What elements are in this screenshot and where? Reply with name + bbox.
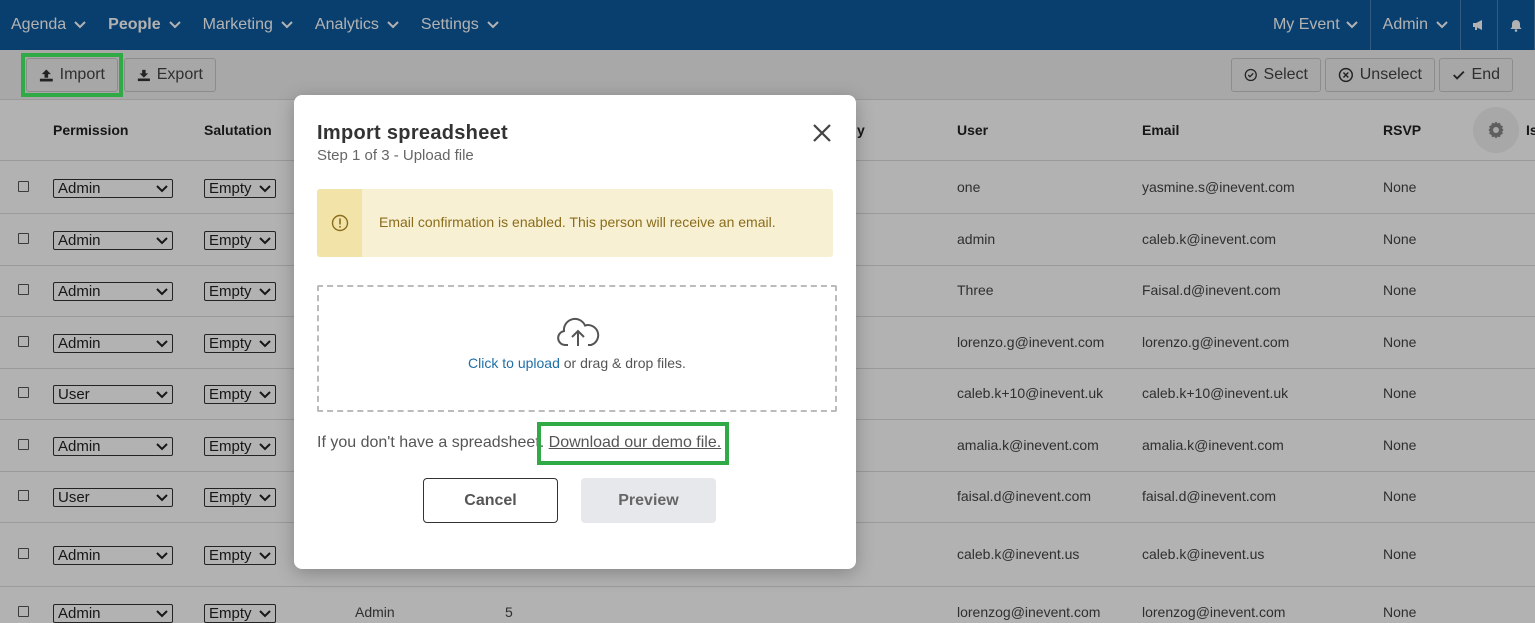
- demo-prefix: If you don't have a spreadsheet.: [317, 434, 549, 451]
- upload-instructions-rest: or drag & drop files.: [559, 355, 686, 371]
- import-dialog: Import spreadsheet Step 1 of 3 - Upload …: [294, 95, 856, 569]
- close-icon[interactable]: [811, 122, 833, 144]
- warning-icon: [331, 214, 348, 232]
- preview-button[interactable]: Preview: [581, 478, 716, 523]
- dialog-title: Import spreadsheet: [317, 122, 509, 144]
- alert-text: Email confirmation is enabled. This pers…: [379, 214, 776, 230]
- download-demo-link[interactable]: Download our demo file.: [549, 434, 722, 451]
- cancel-button[interactable]: Cancel: [423, 478, 558, 523]
- email-alert: Email confirmation is enabled. This pers…: [317, 189, 833, 257]
- dialog-subtitle: Step 1 of 3 - Upload file: [317, 147, 474, 164]
- cloud-upload-icon: [557, 317, 600, 346]
- upload-dropzone[interactable]: Click to upload or drag & drop files.: [317, 285, 837, 412]
- demo-file-line: If you don't have a spreadsheet. Downloa…: [317, 434, 721, 452]
- upload-instructions: Click to upload or drag & drop files.: [319, 355, 835, 371]
- alert-icon-bar: [317, 189, 362, 257]
- click-to-upload-link[interactable]: Click to upload: [468, 355, 560, 371]
